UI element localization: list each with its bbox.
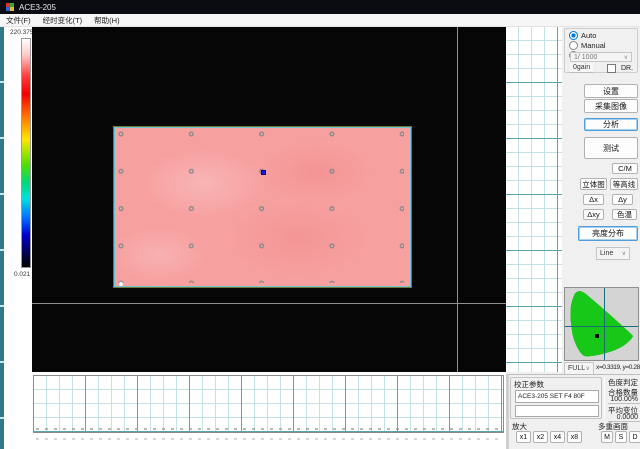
corner-dot: [119, 282, 123, 286]
scale-max-label: 220.375: [10, 29, 34, 36]
gain-field[interactable]: 0gain: [570, 63, 593, 73]
dr-checkbox[interactable]: [607, 64, 616, 73]
radio-auto-label: Auto: [581, 31, 596, 40]
menu-temporal[interactable]: 经时变化(T): [37, 15, 89, 26]
shutter-combo[interactable]: 1/ 1000 ∨: [570, 52, 632, 62]
window-title: ACE3-205: [19, 3, 56, 12]
grid-axis-labels: [36, 438, 501, 440]
analyze-button[interactable]: 分析: [584, 118, 638, 131]
grid-tick-marks: [36, 428, 501, 430]
menu-help[interactable]: 帮助(H): [88, 15, 125, 26]
zoom-x8-button[interactable]: x8: [567, 431, 582, 443]
cie-coords: x=0.3319, y=0.2898: [596, 364, 640, 371]
cie-diagram[interactable]: [564, 287, 639, 361]
app-icon: [6, 3, 14, 11]
dxy-button[interactable]: Δxy: [583, 209, 604, 220]
side-profile-grid: [506, 27, 562, 372]
panel-separator: [604, 377, 605, 419]
contour-button[interactable]: 等高线: [610, 178, 638, 190]
calibration-markers: [117, 130, 404, 283]
line-combo[interactable]: Line ∨: [596, 247, 630, 260]
test-button[interactable]: 测试: [584, 137, 638, 159]
calibration-preset2-field[interactable]: [515, 405, 599, 417]
multi-d-button[interactable]: D: [629, 431, 640, 443]
measure-point-dot: [261, 170, 266, 175]
cie-crosshair-h: [565, 326, 638, 327]
radio-auto[interactable]: [569, 31, 578, 40]
luminance-color-scale: [21, 38, 31, 268]
solid-view-button[interactable]: 立体图: [580, 178, 607, 190]
zoom-x1-button[interactable]: x1: [516, 431, 531, 443]
menu-bar: 文件(F) 经时变化(T) 帮助(H): [0, 14, 640, 27]
chevron-down-icon: ∨: [624, 54, 628, 61]
radio-manual[interactable]: [569, 41, 578, 50]
chevron-down-icon: ∨: [586, 365, 590, 372]
dr-label: DR.: [621, 65, 633, 72]
title-bar: ACE3-205: [0, 0, 640, 14]
shutter-value: 1/ 1000: [574, 54, 597, 61]
calibration-group: 校正参数 ACE3-205 SET F4 80F: [510, 377, 602, 419]
radio-manual-label: Manual: [581, 41, 606, 50]
zoom-x4-button[interactable]: x4: [550, 431, 565, 443]
dx-button[interactable]: Δx: [583, 194, 604, 205]
cie-range-value: FULL: [568, 365, 585, 372]
cursor-hline[interactable]: [32, 303, 506, 304]
zoom-x2-button[interactable]: x2: [533, 431, 548, 443]
exposure-group: Auto Manual SS 1/ 1000 ∨ 0gain DR.: [564, 28, 638, 73]
cie-crosshair-v: [604, 288, 605, 360]
dy-button[interactable]: Δy: [612, 194, 633, 205]
dr-check-row: DR.: [607, 64, 633, 73]
luminance-dist-button[interactable]: 亮度分布: [578, 226, 638, 241]
cie-point: [595, 334, 599, 338]
capture-button[interactable]: 采集图像: [584, 99, 638, 113]
cursor-vline[interactable]: [457, 27, 458, 372]
image-viewer[interactable]: [32, 27, 506, 372]
bottom-right-panel: 校正参数 ACE3-205 SET F4 80F 色度判定 合格数量 100.0…: [506, 374, 640, 449]
bottom-profile-panel: [32, 372, 506, 449]
color-temp-button[interactable]: 色温: [612, 209, 637, 220]
sample-image[interactable]: [114, 127, 411, 287]
cie-horseshoe: [565, 288, 638, 360]
calibration-title: 校正参数: [514, 379, 544, 390]
cm-button[interactable]: C/M: [612, 163, 638, 174]
chevron-down-icon: ∨: [622, 250, 626, 257]
multi-s-button[interactable]: S: [615, 431, 627, 443]
line-combo-value: Line: [600, 250, 613, 257]
settings-button[interactable]: 设置: [584, 84, 638, 98]
scale-min-label: 0.021: [14, 271, 30, 278]
calibration-preset-field[interactable]: ACE3-205 SET F4 80F: [515, 390, 599, 403]
menu-file[interactable]: 文件(F): [0, 15, 37, 26]
bottom-profile-grid: [33, 375, 504, 433]
multi-m-button[interactable]: M: [601, 431, 613, 443]
pass-count-value: 100.00%: [608, 396, 640, 404]
